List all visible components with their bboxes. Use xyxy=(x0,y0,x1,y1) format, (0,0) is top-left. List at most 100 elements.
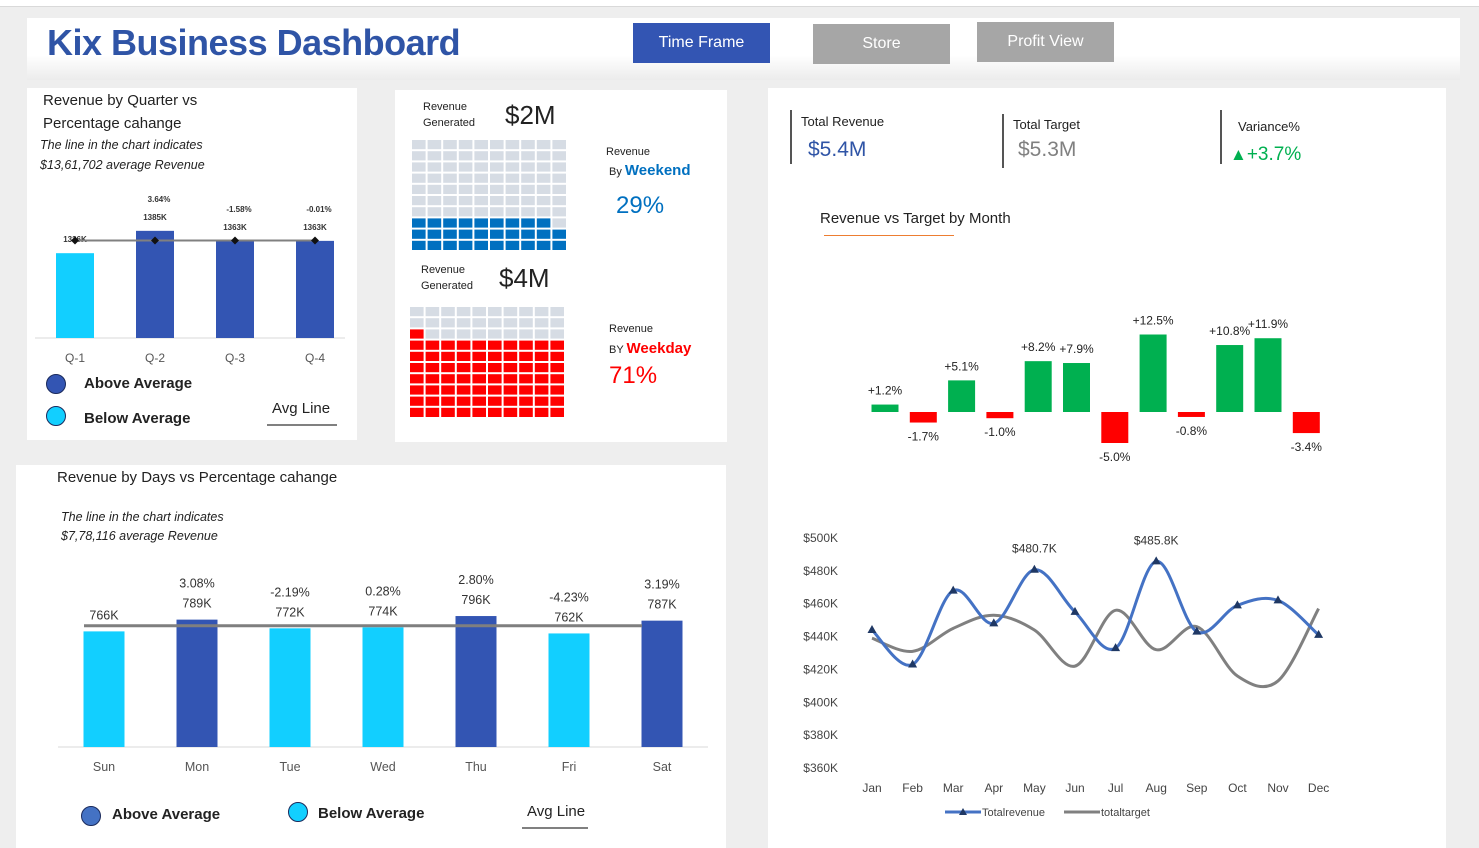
weekday-waffle-cell xyxy=(550,407,564,417)
weekday-waffle-cell xyxy=(472,329,486,339)
weekend-waffle-cell xyxy=(443,162,457,172)
weekday-waffle-cell xyxy=(441,351,455,361)
weekday-waffle-cell xyxy=(503,351,518,361)
weekend-waffle-cell xyxy=(427,173,442,183)
legend-above-dot xyxy=(81,806,101,826)
days-bar xyxy=(269,628,311,747)
weekday-waffle-cell xyxy=(488,318,502,328)
weekend-waffle-cell xyxy=(490,207,504,217)
weekend-waffle-cell xyxy=(427,151,442,161)
weekend-waffle-cell xyxy=(552,173,566,183)
weekday-waffle-cell xyxy=(550,318,564,328)
weekday-waffle-cell xyxy=(550,307,564,317)
quarter-bar xyxy=(296,240,334,338)
quarter-revenue-panel: Revenue by Quarter vs Percentage cahange… xyxy=(27,88,357,440)
time-frame-button[interactable]: Time Frame xyxy=(633,23,770,63)
weekday-waffle-cell xyxy=(534,374,549,384)
weekday-waffle-cell xyxy=(425,396,440,406)
weekday-waffle-cell xyxy=(472,374,486,384)
weekend-waffle-cell xyxy=(552,140,566,150)
weekend-waffle-cell xyxy=(521,229,535,239)
legend-above-label: Above Average xyxy=(112,806,221,823)
weekend-waffle-cell xyxy=(458,173,473,183)
weekday-waffle-cell xyxy=(519,351,533,361)
weekend-waffle-cell xyxy=(505,151,520,161)
weekend-waffle-cell xyxy=(490,151,504,161)
weekend-waffle-cell xyxy=(552,240,566,250)
weekday-waffle-cell xyxy=(410,374,424,384)
store-button[interactable]: Store xyxy=(813,24,950,64)
days-category-label: Tue xyxy=(279,760,300,774)
days-value-label: 787K xyxy=(647,598,677,612)
weekday-waffle-cell xyxy=(456,340,471,350)
page-title: Kix Business Dashboard xyxy=(47,22,461,63)
revenue-line xyxy=(870,559,1320,667)
weekday-waffle-cell xyxy=(472,307,486,317)
weekend-waffle-cell xyxy=(505,162,520,172)
line-x-tick-label: Oct xyxy=(1228,781,1247,795)
weekday-waffle-cell xyxy=(425,363,440,373)
weekend-waffle-cell xyxy=(443,184,457,194)
days-bar xyxy=(362,627,404,747)
weekday-waffle-cell xyxy=(488,407,502,417)
quarter-value-label: 1363K xyxy=(223,223,247,232)
weekday-waffle-cell xyxy=(519,385,533,395)
weekday-waffle-cell xyxy=(550,351,564,361)
weekday-waffle-cell xyxy=(488,351,502,361)
weekend-waffle-cell xyxy=(521,140,535,150)
line-x-tick-label: Sep xyxy=(1186,781,1208,795)
weekday-waffle-cell xyxy=(456,363,471,373)
weekday-waffle-cell xyxy=(534,396,549,406)
weekday-waffle-cell xyxy=(425,318,440,328)
weekend-waffle-cell xyxy=(490,240,504,250)
weekday-waffle-cell xyxy=(425,340,440,350)
days-category-label: Thu xyxy=(465,760,487,774)
weekday-waffle-cell xyxy=(519,307,533,317)
weekend-waffle-cell xyxy=(521,162,535,172)
days-value-label: 766K xyxy=(89,608,119,622)
weekend-waffle-cell xyxy=(505,218,520,228)
weekday-waffle-cell xyxy=(472,351,486,361)
weekday-waffle-cell xyxy=(534,329,549,339)
weekday-waffle-cell xyxy=(472,363,486,373)
days-bar xyxy=(548,633,590,747)
weekday-waffle-cell xyxy=(534,351,549,361)
legend-avg-line-label: Avg Line xyxy=(272,400,331,417)
days-value-label: 772K xyxy=(275,605,305,619)
weekend-waffle-cell xyxy=(443,151,457,161)
weekday-waffle-cell xyxy=(550,340,564,350)
weekday-waffle-cell xyxy=(503,318,518,328)
weekend-waffle-cell xyxy=(458,184,473,194)
sheet-gridline xyxy=(0,0,1479,7)
profit-view-button[interactable]: Profit View xyxy=(977,22,1114,62)
weekend-waffle-cell xyxy=(536,218,551,228)
weekend-waffle-cell xyxy=(552,229,566,239)
weekday-waffle-cell xyxy=(410,340,424,350)
weekend-waffle-cell xyxy=(536,184,551,194)
weekday-waffle-cell xyxy=(519,374,533,384)
weekday-waffle-cell xyxy=(503,307,518,317)
weekend-waffle-cell xyxy=(443,229,457,239)
legend-below-dot xyxy=(46,406,66,426)
weekend-waffle-cell xyxy=(521,196,535,206)
weekend-waffle-cell xyxy=(490,196,504,206)
weekday-waffle-cell xyxy=(456,385,471,395)
weekend-waffle-cell xyxy=(458,196,473,206)
line-x-tick-label: Nov xyxy=(1267,781,1288,795)
weekday-waffle-cell xyxy=(425,329,440,339)
weekday-waffle-cell xyxy=(534,318,549,328)
line-x-tick-label: Aug xyxy=(1146,781,1167,795)
days-revenue-panel: Revenue by Days vs Percentage cahange Th… xyxy=(16,465,726,848)
days-value-label: 789K xyxy=(182,597,212,611)
weekday-waffle-cell xyxy=(410,407,424,417)
weekend-waffle-cell xyxy=(412,218,426,228)
quarter-category-label: Q-1 xyxy=(65,351,85,365)
weekend-waffle-cell xyxy=(458,240,473,250)
weekend-weekday-panel: Revenue Generated $2M Revenue By Weekend… xyxy=(395,90,727,442)
weekday-waffle-cell xyxy=(441,329,455,339)
weekend-waffle-cell xyxy=(443,207,457,217)
weekend-waffle-cell xyxy=(536,140,551,150)
legend-below-label: Below Average xyxy=(84,410,191,427)
weekend-waffle-cell xyxy=(490,140,504,150)
weekend-waffle-cell xyxy=(536,229,551,239)
